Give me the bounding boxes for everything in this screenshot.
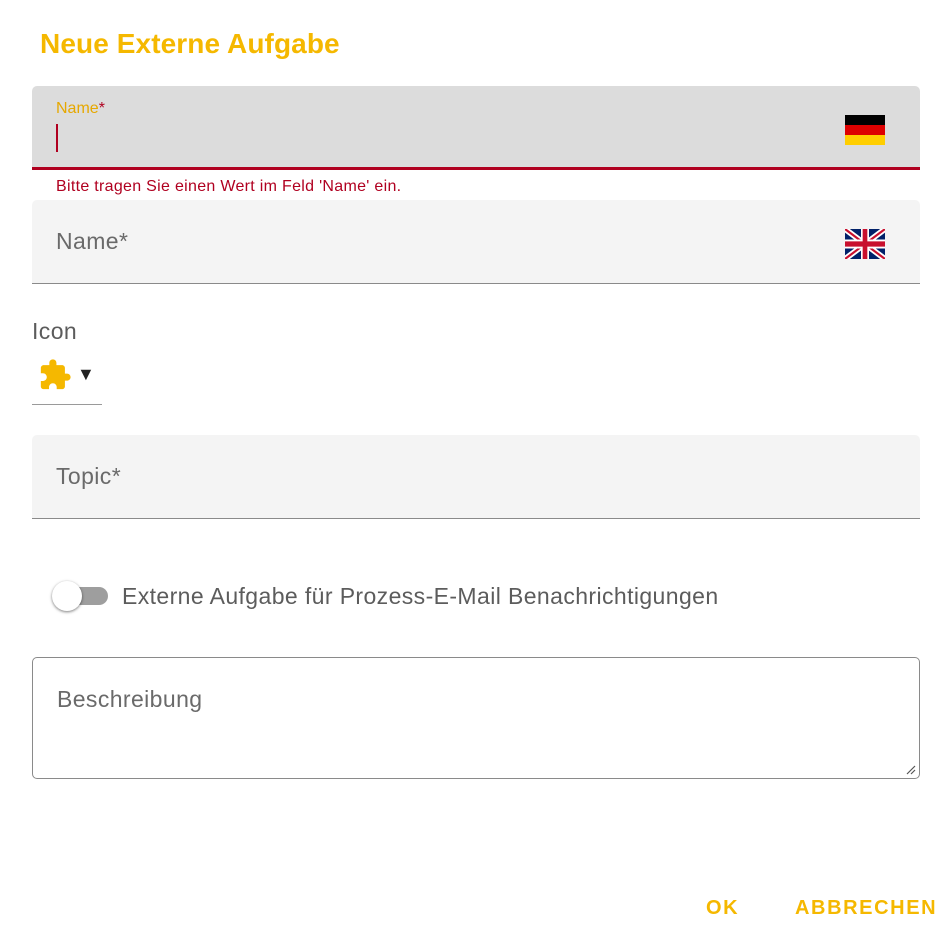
uk-flag-icon bbox=[845, 229, 885, 259]
notification-toggle-switch[interactable] bbox=[52, 581, 82, 611]
notification-toggle-row: Externe Aufgabe für Prozess-E-Mail Benac… bbox=[52, 578, 812, 618]
puzzle-piece-icon bbox=[40, 359, 71, 390]
dialog-actions: OK ABBRECHEN bbox=[0, 897, 950, 927]
topic-field[interactable]: Topic* bbox=[32, 435, 920, 519]
description-textarea[interactable]: Beschreibung bbox=[32, 657, 920, 779]
name-de-field[interactable]: Name* bbox=[32, 86, 920, 170]
icon-label: Icon bbox=[32, 318, 78, 344]
name-de-error-message: Bitte tragen Sie einen Wert im Feld 'Nam… bbox=[56, 178, 402, 195]
topic-label: Topic* bbox=[56, 463, 122, 489]
notification-toggle-label[interactable]: Externe Aufgabe für Prozess-E-Mail Benac… bbox=[122, 583, 719, 610]
ok-button[interactable]: OK bbox=[706, 897, 739, 920]
german-flag-icon bbox=[845, 115, 885, 145]
name-en-label: Name* bbox=[56, 228, 129, 254]
cancel-button[interactable]: ABBRECHEN bbox=[795, 897, 937, 920]
icon-dropdown[interactable]: ▼ bbox=[32, 354, 102, 405]
name-de-label: Name* bbox=[56, 100, 105, 117]
text-cursor bbox=[56, 124, 58, 152]
dialog-title: Neue Externe Aufgabe bbox=[40, 28, 340, 59]
dropdown-arrow-icon: ▼ bbox=[77, 364, 95, 384]
name-en-field[interactable]: Name* bbox=[32, 200, 920, 284]
description-label: Beschreibung bbox=[57, 686, 203, 712]
resize-handle-icon[interactable] bbox=[904, 763, 916, 775]
new-external-task-dialog: Neue Externe Aufgabe Name* Bitte tragen … bbox=[0, 0, 950, 945]
